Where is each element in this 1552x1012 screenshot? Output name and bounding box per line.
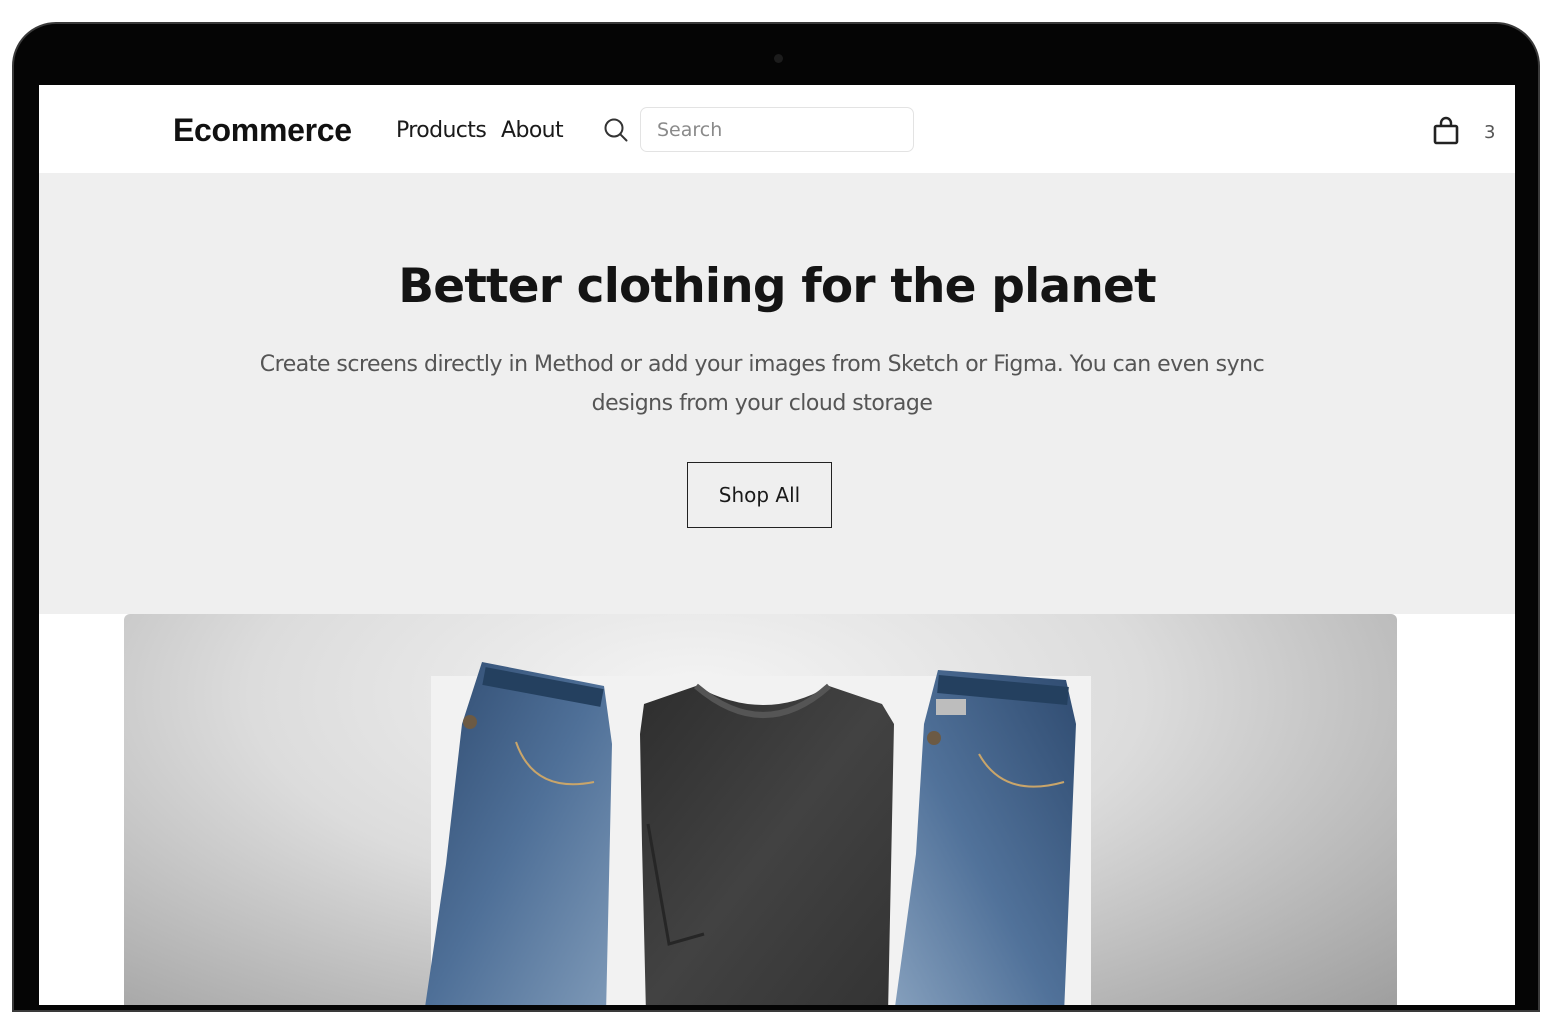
- site-header: Ecommerce Products About 3: [39, 85, 1515, 173]
- cart-count-badge: 3: [1484, 122, 1496, 143]
- search-input[interactable]: [640, 107, 914, 152]
- browser-screen: Ecommerce Products About 3 Better clothi…: [39, 85, 1515, 1005]
- shopping-bag-icon[interactable]: [1432, 115, 1460, 145]
- hero-title: Better clothing for the planet: [398, 259, 1156, 314]
- hero-subtitle: Create screens directly in Method or add…: [259, 352, 1265, 416]
- shop-all-button[interactable]: Shop All: [687, 462, 832, 528]
- t-shirt: [640, 686, 894, 1005]
- clothing-illustration: [425, 662, 1091, 1005]
- laptop-frame: Ecommerce Products About 3 Better clothi…: [12, 22, 1540, 1012]
- brand-logo[interactable]: Ecommerce: [173, 112, 352, 149]
- camera-icon: [774, 54, 783, 63]
- hero-section: Better clothing for the planet Create sc…: [39, 173, 1515, 614]
- nav-link-products[interactable]: Products: [396, 118, 487, 143]
- nav-link-about[interactable]: About: [501, 118, 564, 143]
- search-icon[interactable]: [603, 117, 629, 143]
- hero-product-image: [124, 614, 1397, 1005]
